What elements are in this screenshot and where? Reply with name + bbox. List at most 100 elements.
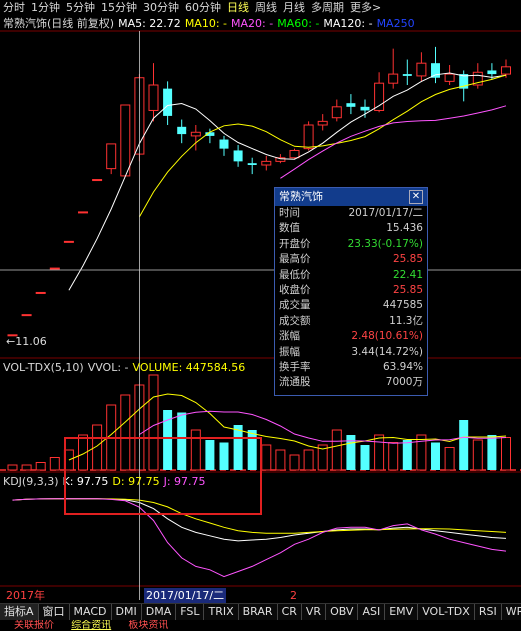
- volume-bar: [388, 442, 399, 471]
- popup-row-value: 25.85: [392, 283, 423, 296]
- volume-bar: [472, 439, 483, 471]
- volume-pane-title: VOL-TDX(5,10) VVOL: - VOLUME: 447584.56: [3, 361, 249, 374]
- low-price-marker: ←11.06: [6, 335, 47, 348]
- candle-body: [177, 126, 187, 135]
- cursor-date-label: 2017/01/17/二: [144, 588, 227, 603]
- popup-row-value: 15.436: [386, 222, 423, 235]
- tab-macd[interactable]: MACD: [70, 604, 112, 620]
- volume-bar: [261, 444, 272, 471]
- popup-row-value: 63.94%: [382, 360, 423, 373]
- volume-bar: [275, 449, 286, 471]
- candle-body: [261, 160, 272, 166]
- popup-row: 成交额 11.3亿: [275, 314, 427, 329]
- popup-row-key: 成交量: [279, 299, 311, 312]
- popup-row: 换手率 63.94%: [275, 360, 427, 375]
- popup-row-value: 2017/01/17/二: [348, 207, 423, 219]
- popup-row-value: 2.48(10.61%): [351, 330, 423, 343]
- tab-trix[interactable]: TRIX: [204, 604, 239, 620]
- candle-body: [303, 124, 314, 150]
- popup-row-key: 数值: [279, 222, 300, 235]
- volume-bar: [49, 457, 60, 471]
- candle-body: [106, 143, 117, 170]
- date-axis: 2017年 2017/01/17/二 2: [0, 588, 521, 603]
- tab-vol-tdx[interactable]: VOL-TDX: [418, 604, 475, 620]
- tab-brar[interactable]: BRAR: [239, 604, 278, 620]
- candle-body: [247, 163, 257, 165]
- month-mark-label: 2: [290, 589, 297, 602]
- vvol-label: VVOL: -: [87, 361, 129, 374]
- popup-row-key: 开盘价: [279, 237, 311, 250]
- close-icon: ✕: [411, 191, 421, 202]
- popup-header: 常熟汽饰 ✕: [275, 188, 427, 206]
- popup-row: 时间 2017/01/17/二: [275, 206, 427, 221]
- candle-body: [388, 73, 399, 84]
- candle-body: [487, 70, 497, 75]
- popup-row-key: 收盘价: [279, 283, 311, 296]
- volume-bar: [487, 435, 497, 470]
- bottom-ticker: 关联报价 综合资讯 板块资讯: [0, 620, 521, 631]
- volume-bar: [444, 447, 455, 471]
- popup-row-key: 振幅: [279, 345, 300, 358]
- volume-bar: [289, 454, 300, 471]
- tab-asi[interactable]: ASI: [358, 604, 386, 620]
- indicator-tabs: 指标A 窗口 MACD DMI DMA FSL TRIX BRAR CR VR OBV ASI EMV V…: [0, 603, 521, 621]
- volume-bar: [402, 440, 412, 470]
- popup-row-value: 25.85: [392, 253, 423, 266]
- candle-body: [219, 139, 229, 149]
- tab-emv[interactable]: EMV: [385, 604, 419, 620]
- volume-bar: [459, 420, 469, 470]
- volume-bar: [416, 434, 427, 471]
- candle-body: [360, 106, 370, 111]
- tab-wr[interactable]: WR: [502, 604, 521, 620]
- popup-row-value: 23.33(-0.17%): [347, 237, 423, 250]
- tab-obv[interactable]: OBV: [326, 604, 359, 620]
- tab-rsi[interactable]: RSI: [475, 604, 502, 620]
- kdj-indicator-name: KDJ(9,3,3): [3, 475, 59, 488]
- popup-row-key: 流通股: [279, 376, 311, 389]
- popup-row: 收盘价 25.85: [275, 283, 427, 298]
- tab-indicator-a[interactable]: 指标A: [0, 604, 39, 620]
- popup-row-value: 11.3亿: [389, 314, 423, 327]
- candle-body: [190, 131, 201, 137]
- popup-close-button[interactable]: ✕: [409, 190, 423, 204]
- volume-bar: [7, 464, 18, 471]
- candle-body: [431, 63, 440, 78]
- candle-body: [289, 149, 300, 159]
- candle-body: [233, 150, 243, 162]
- candle-body: [444, 73, 455, 82]
- highlight-box: [64, 437, 262, 515]
- ma20-line: [280, 105, 507, 179]
- candle-body: [21, 314, 32, 317]
- vol-indicator-name: VOL-TDX(5,10): [3, 361, 84, 374]
- popup-row-value: 22.41: [392, 268, 423, 281]
- volume-bar: [431, 442, 440, 470]
- candle-body: [63, 240, 74, 243]
- ticker-related-quote[interactable]: 关联报价: [14, 620, 54, 631]
- popup-row: 振幅 3.44(14.72%): [275, 345, 427, 360]
- popup-row: 流通股 7000万: [275, 375, 427, 390]
- volume-bar: [35, 462, 46, 471]
- volume-bar: [374, 434, 385, 471]
- candle-body: [148, 84, 159, 111]
- popup-row-value: 447585: [382, 299, 423, 312]
- ticker-news[interactable]: 综合资讯: [71, 620, 111, 631]
- popup-row-key: 涨幅: [279, 330, 300, 343]
- popup-row: 涨幅 2.48(10.61%): [275, 329, 427, 344]
- tab-vr[interactable]: VR: [302, 604, 327, 620]
- popup-row-key: 最高价: [279, 253, 311, 266]
- tab-cr[interactable]: CR: [278, 604, 302, 620]
- tab-dma[interactable]: DMA: [142, 604, 177, 620]
- popup-row-key: 换手率: [279, 360, 311, 373]
- candle-body: [92, 179, 103, 182]
- tab-fsl[interactable]: FSL: [176, 604, 205, 620]
- candle-body: [331, 106, 342, 119]
- popup-row-key: 时间: [279, 207, 300, 219]
- volume-value-label: VOLUME: 447584.56: [132, 361, 246, 374]
- volume-bar: [303, 449, 314, 471]
- ticker-sector-news[interactable]: 板块资讯: [128, 620, 168, 631]
- stock-chart[interactable]: [0, 0, 521, 631]
- popup-row: 成交量 447585: [275, 298, 427, 313]
- popup-rows: 时间 2017/01/17/二数值 15.436 开盘价 23.33(-0.17%) 最高…: [275, 206, 427, 391]
- tab-window[interactable]: 窗口: [39, 604, 70, 620]
- tab-dmi[interactable]: DMI: [112, 604, 142, 620]
